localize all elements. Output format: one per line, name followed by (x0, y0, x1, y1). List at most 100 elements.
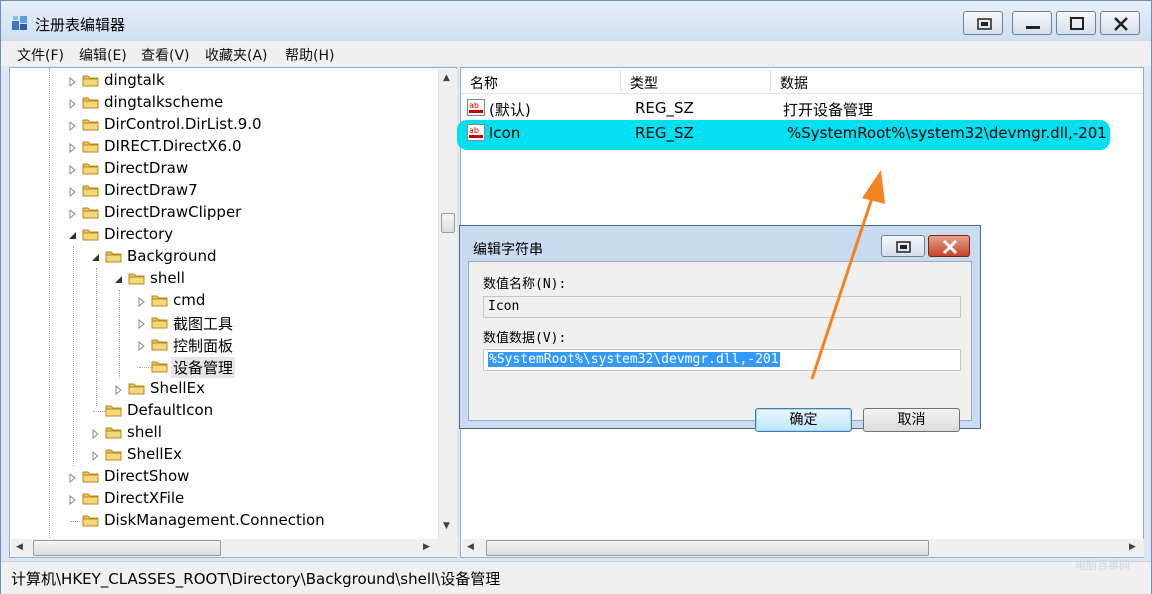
collapsed-arrow-icon[interactable] (137, 294, 147, 308)
tree-item-label: cmd (173, 291, 206, 309)
list-scroll-right-arrow-icon[interactable]: ▶ (1129, 542, 1136, 552)
collapsed-arrow-icon[interactable] (114, 382, 124, 396)
collapsed-arrow-icon[interactable] (137, 338, 147, 352)
ok-button[interactable]: 确定 (755, 408, 852, 432)
folder-icon (82, 160, 100, 176)
menu-file[interactable]: 文件(F) (17, 45, 64, 65)
tree-item-label: ShellEx (150, 379, 205, 397)
tree-item-label: Background (127, 247, 217, 265)
folder-icon (105, 446, 123, 462)
tree-guide-line (73, 246, 74, 466)
folder-icon (82, 490, 100, 506)
folder-icon (82, 94, 100, 110)
tree-item[interactable]: DirectDraw7 (10, 180, 435, 202)
tree-connector (139, 367, 151, 368)
menu-favorites[interactable]: 收藏夹(A) (205, 45, 268, 65)
column-header-type[interactable]: 类型 (621, 70, 771, 92)
value-type: REG_SZ (635, 99, 694, 117)
folder-icon (82, 72, 100, 88)
tree-vertical-scrollbar[interactable]: ▲ ▼ (438, 69, 457, 539)
tree-item[interactable]: dingtalkscheme (10, 92, 435, 114)
collapsed-arrow-icon[interactable] (91, 448, 101, 462)
tree-item-label: ShellEx (127, 445, 182, 463)
minimize-button[interactable] (1012, 11, 1052, 35)
dialog-close-button[interactable] (928, 235, 970, 257)
tree-item[interactable]: DiskManagement.Connection (10, 510, 435, 532)
list-row[interactable]: ab (默认) REG_SZ 打开设备管理 (460, 96, 1142, 120)
tree-item[interactable]: DirectShow (10, 466, 435, 488)
tree-item[interactable]: DirectDrawClipper (10, 202, 435, 224)
maximize-button[interactable] (1056, 11, 1096, 35)
scroll-up-arrow-icon[interactable]: ▲ (443, 73, 450, 83)
tree-item[interactable]: Directory (10, 224, 435, 246)
folder-icon (82, 182, 100, 198)
list-hscroll-thumb[interactable] (486, 540, 929, 556)
tree-item-label: DirectDrawClipper (104, 203, 242, 221)
dialog-restore-button[interactable] (881, 235, 925, 257)
collapsed-arrow-icon[interactable] (137, 316, 147, 330)
status-bar: 计算机\HKEY_CLASSES_ROOT\Directory\Backgrou… (1, 561, 1151, 594)
folder-icon (82, 512, 100, 528)
expanded-arrow-icon[interactable] (114, 272, 124, 284)
svg-text:ab: ab (469, 101, 479, 110)
expanded-arrow-icon[interactable] (91, 250, 101, 262)
tree-item-label: dingtalkscheme (104, 93, 224, 111)
scroll-left-arrow-icon[interactable]: ◀ (16, 542, 23, 552)
restore-icon (896, 241, 911, 253)
scroll-down-arrow-icon[interactable]: ▼ (443, 521, 450, 531)
column-header-name[interactable]: 名称 (461, 70, 621, 92)
tree-horizontal-scrollbar[interactable]: ◀ ▶ (11, 539, 457, 557)
column-header-data[interactable]: 数据 (771, 70, 1143, 92)
tree-item-label: DirectXFile (104, 489, 185, 507)
value-data-input[interactable]: %SystemRoot%\system32\devmgr.dll,-201 (483, 349, 961, 371)
list-row-icon-highlighted[interactable]: ab Icon REG_SZ %SystemRoot%\system32\dev… (460, 121, 1142, 145)
folder-icon (82, 204, 100, 220)
tree-guide-line (49, 68, 50, 538)
collapsed-arrow-icon[interactable] (68, 492, 78, 506)
svg-text:ab: ab (469, 126, 479, 135)
status-path: 计算机\HKEY_CLASSES_ROOT\Directory\Backgrou… (11, 570, 501, 588)
tree-vscroll-thumb[interactable] (441, 213, 455, 233)
menu-edit[interactable]: 编辑(E) (79, 45, 127, 65)
tree-item[interactable]: DirectDraw (10, 158, 435, 180)
tree-item-label: 控制面板 (173, 337, 234, 355)
collapsed-arrow-icon[interactable] (68, 118, 78, 132)
tree-item[interactable]: DirControl.DirList.9.0 (10, 114, 435, 136)
window-title: 注册表编辑器 (35, 16, 126, 34)
folder-icon (82, 226, 100, 242)
collapsed-arrow-icon[interactable] (68, 74, 78, 88)
dialog-body: 数值名称(N): Icon 数值数据(V): %SystemRoot%\syst… (468, 261, 972, 432)
list-horizontal-scrollbar[interactable]: ◀ ▶ (462, 539, 1144, 557)
tree-hscroll-thumb[interactable] (33, 540, 221, 556)
title-bar[interactable]: 注册表编辑器 (1, 1, 1151, 41)
key-tree-pane[interactable]: dingtalk dingtalkscheme DirControl.DirList… (9, 67, 457, 558)
tree-item-label: shell (127, 423, 162, 441)
value-name: (默认) (489, 101, 531, 119)
tree-item[interactable]: DIRECT.DirectX6.0 (10, 136, 435, 158)
minimize-icon (1026, 26, 1040, 29)
collapsed-arrow-icon[interactable] (68, 140, 78, 154)
folder-icon (105, 402, 123, 418)
value-data: 打开设备管理 (783, 101, 874, 119)
close-button[interactable] (1100, 11, 1140, 35)
expanded-arrow-icon[interactable] (68, 228, 78, 240)
value-data-label: 数值数据(V): (483, 331, 567, 346)
scroll-right-arrow-icon[interactable]: ▶ (423, 542, 430, 552)
folder-icon (105, 248, 123, 264)
tree-connector (70, 521, 82, 522)
tree-item[interactable]: dingtalk (10, 70, 435, 92)
tree-item-label: shell (150, 269, 185, 287)
menu-view[interactable]: 查看(V) (141, 45, 190, 65)
list-scroll-left-arrow-icon[interactable]: ◀ (467, 542, 474, 552)
collapsed-arrow-icon[interactable] (91, 426, 101, 440)
menu-help[interactable]: 帮助(H) (285, 45, 334, 65)
collapsed-arrow-icon[interactable] (68, 162, 78, 176)
restore-layout-button[interactable] (963, 11, 1003, 35)
collapsed-arrow-icon[interactable] (68, 184, 78, 198)
collapsed-arrow-icon[interactable] (68, 470, 78, 484)
collapsed-arrow-icon[interactable] (68, 206, 78, 220)
cancel-button[interactable]: 取消 (863, 408, 960, 432)
tree-item[interactable]: DirectXFile (10, 488, 435, 510)
collapsed-arrow-icon[interactable] (68, 96, 78, 110)
tree-item-label: DirectDraw7 (104, 181, 198, 199)
